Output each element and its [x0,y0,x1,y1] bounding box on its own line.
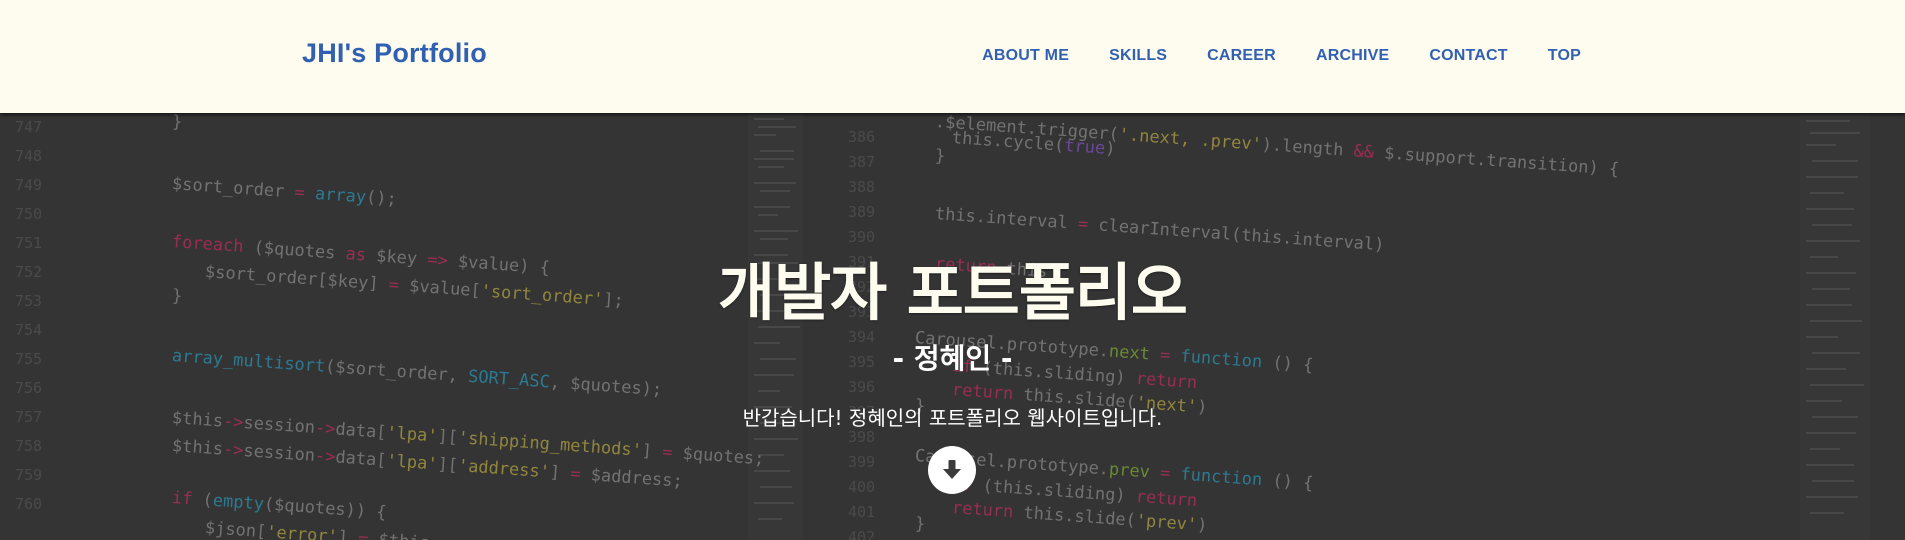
arrow-down-icon [943,460,961,479]
hero-title: 개발자 포트폴리오 [718,256,1188,329]
nav-link-top[interactable]: TOP [1548,47,1581,64]
hero-subtitle: - 정혜인 - [892,342,1013,375]
nav-link-career[interactable]: CAREER [1207,47,1276,64]
scroll-down-button[interactable] [928,446,976,494]
nav-item: ABOUT ME [982,45,1069,65]
nav-link-skills[interactable]: SKILLS [1109,47,1167,64]
nav-item: TOP [1548,45,1581,65]
nav-link-contact[interactable]: CONTACT [1429,47,1507,64]
nav-item: CONTACT [1429,45,1507,65]
nav-item: CAREER [1207,45,1276,65]
nav-link-archive[interactable]: ARCHIVE [1316,47,1389,64]
nav-item: ARCHIVE [1316,45,1389,65]
nav-item: SKILLS [1109,45,1167,65]
brand-logo-link[interactable]: JHI's Portfolio [302,38,487,69]
top-navbar: JHI's Portfolio ABOUT ME SKILLS CAREER A… [0,0,1905,113]
nav-menu: ABOUT ME SKILLS CAREER ARCHIVE CONTACT T… [982,45,1581,65]
hero-greeting: 반갑습니다! 정혜인의 포트폴리오 웹사이트입니다. [742,406,1163,430]
nav-link-about-me[interactable]: ABOUT ME [982,47,1069,64]
